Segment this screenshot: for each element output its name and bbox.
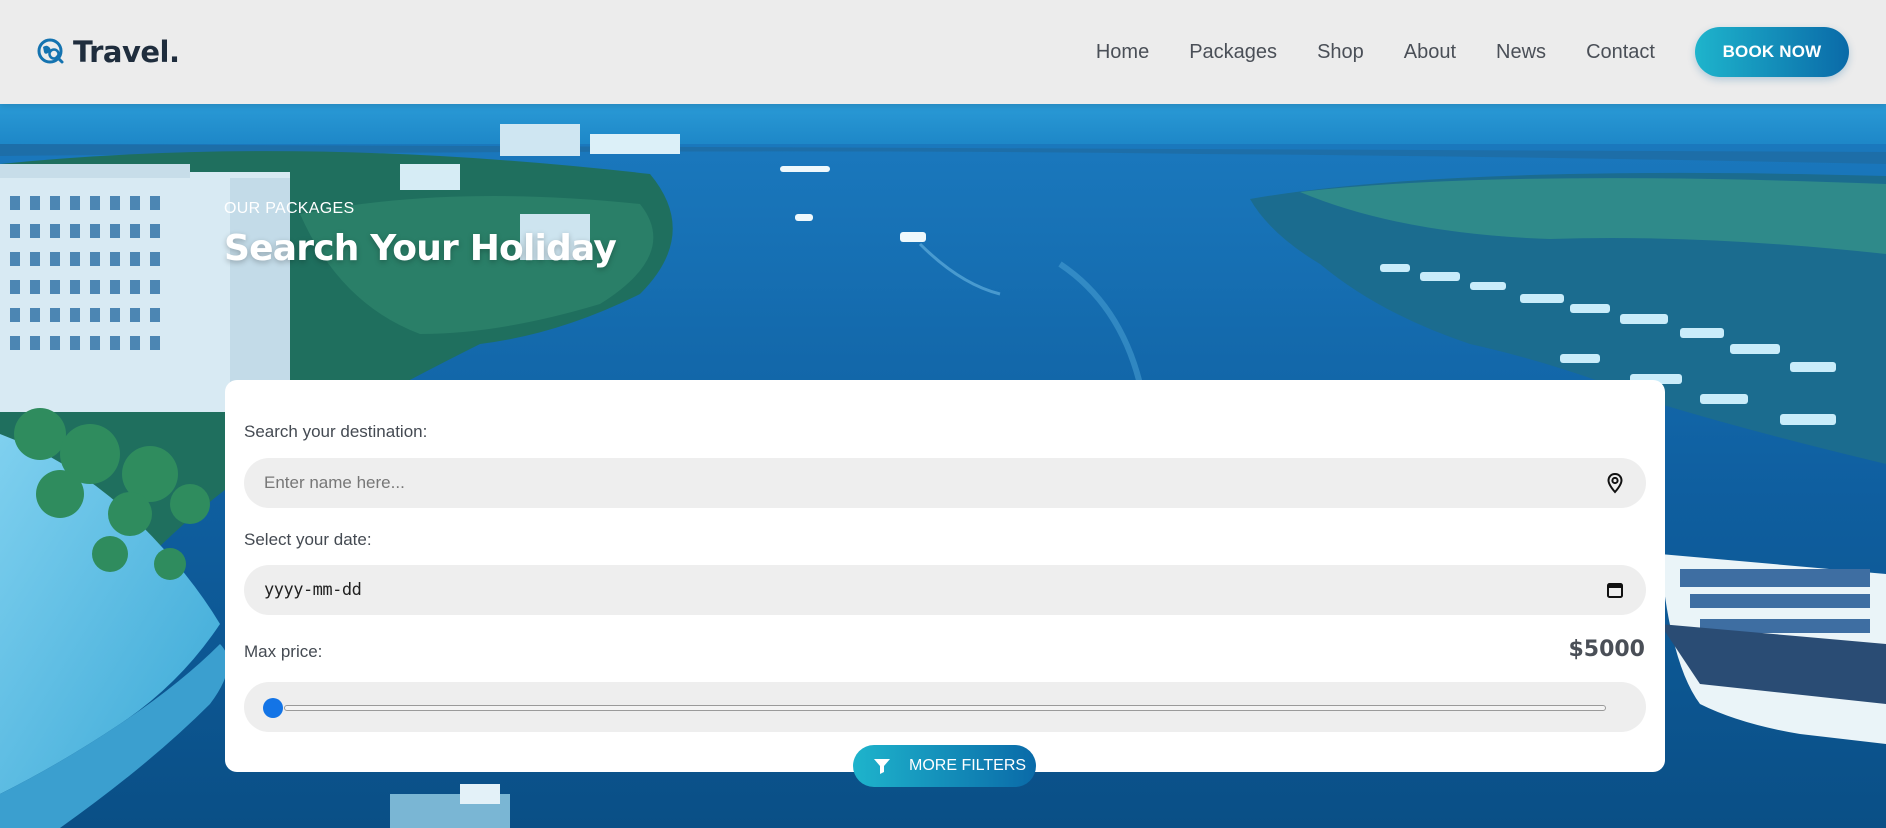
date-field[interactable]: yyyy-mm-dd (244, 565, 1646, 615)
date-label: Select your date: (244, 530, 372, 549)
main-nav: Home Packages Shop About News Contact BO… (1056, 27, 1849, 77)
nav-shop[interactable]: Shop (1317, 41, 1364, 64)
nav-packages[interactable]: Packages (1189, 41, 1277, 64)
slider-track[interactable] (284, 705, 1606, 711)
price-label: Max price: (244, 642, 323, 661)
more-filters-label: MORE FILTERS (909, 757, 1027, 774)
nav-home[interactable]: Home (1096, 41, 1149, 64)
globe-search-icon (37, 38, 65, 66)
map-pin-icon (1604, 472, 1626, 494)
brand-logo[interactable]: Travel. (37, 35, 180, 69)
nav-news[interactable]: News (1496, 41, 1546, 64)
hero-eyebrow: OUR PACKAGES (224, 200, 355, 217)
date-input[interactable]: yyyy-mm-dd (264, 580, 1604, 600)
destination-input[interactable] (264, 473, 1604, 493)
price-value: $5000 (1568, 637, 1645, 662)
brand-name: Travel. (73, 35, 180, 69)
site-header: Travel. Home Packages Shop About News Co… (0, 0, 1886, 104)
book-now-button[interactable]: BOOK NOW (1695, 27, 1849, 77)
slider-thumb[interactable] (263, 698, 283, 718)
nav-contact[interactable]: Contact (1586, 41, 1655, 64)
nav-about[interactable]: About (1404, 41, 1456, 64)
hero-title: Search Your Holiday (224, 228, 617, 269)
price-slider[interactable] (244, 682, 1646, 732)
calendar-icon[interactable] (1604, 579, 1626, 601)
search-card: Search your destination: Select your dat… (225, 380, 1665, 772)
destination-field[interactable] (244, 458, 1646, 508)
filter-icon (873, 757, 891, 775)
more-filters-button[interactable]: MORE FILTERS (853, 745, 1036, 787)
destination-label: Search your destination: (244, 422, 428, 441)
